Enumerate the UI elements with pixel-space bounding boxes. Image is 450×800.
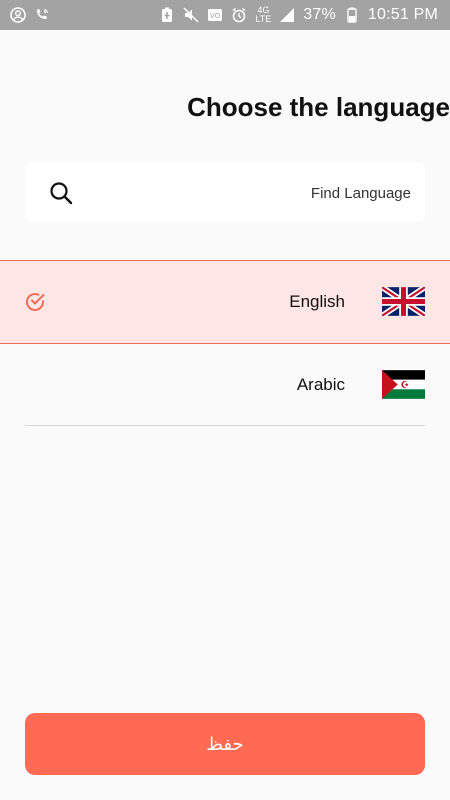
page-title: Choose the language	[187, 92, 450, 122]
western-sahara-flag-icon	[382, 370, 425, 399]
network-type-label: 4G LTE	[255, 5, 272, 24]
status-bar-left	[10, 7, 50, 23]
clock: 10:51 PM	[367, 6, 438, 23]
wifi-call-icon	[34, 7, 50, 23]
uk-flag-icon	[380, 284, 427, 319]
language-label: English	[289, 292, 345, 311]
language-option-arabic[interactable]: Arabic	[0, 344, 450, 426]
search-icon[interactable]	[49, 181, 73, 205]
mute-icon	[183, 7, 199, 23]
volte-icon: VO	[207, 7, 223, 23]
search-box[interactable]	[25, 162, 425, 222]
search-input[interactable]	[109, 179, 413, 207]
check-circle-icon	[24, 291, 46, 313]
battery-percent: 37%	[303, 6, 336, 23]
battery-icon	[344, 7, 360, 23]
divider	[25, 425, 425, 426]
svg-text:VO: VO	[210, 12, 221, 20]
save-button[interactable]: حفظ	[25, 713, 425, 775]
battery-saver-icon	[159, 7, 175, 23]
language-option-english[interactable]: English	[0, 260, 450, 344]
account-icon	[10, 7, 26, 23]
status-bar-right: VO 4G LTE 37% 10:51 PM	[159, 6, 438, 24]
status-bar: VO 4G LTE 37% 10:51 PM	[0, 0, 450, 30]
signal-icon	[279, 7, 295, 23]
language-label: Arabic	[296, 375, 345, 394]
alarm-icon	[231, 7, 247, 23]
